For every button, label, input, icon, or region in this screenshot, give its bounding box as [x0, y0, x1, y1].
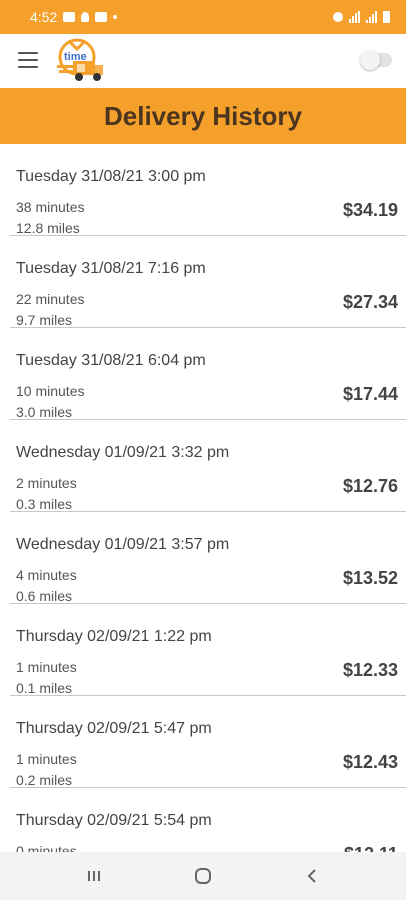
- gallery-notification-icon: [63, 12, 76, 22]
- delivery-amount: $27.34: [342, 292, 398, 312]
- delivery-duration: 38 minutes: [16, 199, 85, 215]
- alarm-icon: [333, 12, 343, 22]
- delivery-amount: $12.76: [342, 476, 398, 496]
- delivery-item[interactable]: Thursday 02/09/21 5:47 pm 1 minutes 0.2 …: [10, 696, 406, 788]
- home-icon[interactable]: [183, 856, 223, 896]
- delivery-amount: $13.52: [342, 568, 398, 588]
- hamburger-menu-icon[interactable]: [18, 52, 38, 68]
- delivery-duration: 10 minutes: [16, 383, 85, 399]
- delivery-distance: 0.1 miles: [16, 680, 73, 696]
- delivery-amount: $17.44: [342, 384, 398, 404]
- delivery-amount: $34.19: [342, 200, 398, 220]
- delivery-item[interactable]: Thursday 02/09/21 5:54 pm 0 minutes $12.…: [10, 788, 406, 852]
- delivery-date: Tuesday 31/08/21 3:00 pm: [16, 168, 206, 185]
- delivery-duration: 1 minutes: [16, 751, 77, 767]
- delivery-duration: 1 minutes: [16, 659, 77, 675]
- back-icon[interactable]: [292, 856, 332, 896]
- logo-text: time: [64, 51, 87, 63]
- delivery-duration: 4 minutes: [16, 567, 77, 583]
- delivery-distance: 0.2 miles: [16, 772, 73, 788]
- delivery-item[interactable]: Wednesday 01/09/21 3:32 pm 2 minutes 0.3…: [10, 420, 406, 512]
- mail-notification-icon: [95, 12, 108, 22]
- status-left: 4:52: [30, 9, 118, 25]
- delivery-item[interactable]: Tuesday 31/08/21 7:16 pm 22 minutes 9.7 …: [10, 236, 406, 328]
- delivery-distance: 12.8 miles: [16, 220, 80, 236]
- delivery-amount: $12.11: [344, 844, 398, 852]
- availability-toggle[interactable]: [360, 50, 392, 70]
- delivery-date: Thursday 02/09/21 5:54 pm: [16, 812, 212, 829]
- wifi-signal-icon: [349, 11, 360, 23]
- more-notifications-icon: [113, 15, 118, 19]
- delivery-date: Thursday 02/09/21 1:22 pm: [16, 628, 212, 645]
- delivery-date: Tuesday 31/08/21 6:04 pm: [16, 352, 206, 369]
- status-right: [333, 11, 390, 23]
- delivery-date: Tuesday 31/08/21 7:16 pm: [16, 260, 206, 277]
- toggle-knob: [360, 50, 380, 70]
- delivery-item[interactable]: Thursday 02/09/21 1:22 pm 1 minutes 0.1 …: [10, 604, 406, 696]
- delivery-duration: 0 minutes: [16, 843, 77, 852]
- delivery-amount: $12.43: [342, 752, 398, 772]
- battery-icon: [383, 11, 390, 23]
- app-bar: time: [0, 34, 406, 88]
- recents-icon[interactable]: [74, 856, 114, 896]
- delivery-duration: 22 minutes: [16, 291, 85, 307]
- notification-icon: [81, 12, 90, 22]
- delivery-date: Wednesday 01/09/21 3:32 pm: [16, 444, 230, 461]
- status-bar: 4:52: [0, 0, 406, 34]
- app-logo: time: [55, 37, 105, 85]
- delivery-amount: $12.33: [342, 660, 398, 680]
- delivery-distance: 0.3 miles: [16, 496, 73, 512]
- page-title: Delivery History: [104, 100, 302, 131]
- delivery-item[interactable]: Tuesday 31/08/21 6:04 pm 10 minutes 3.0 …: [10, 328, 406, 420]
- cell-signal-icon: [366, 11, 377, 23]
- system-nav-bar: [0, 852, 406, 900]
- delivery-distance: 3.0 miles: [16, 404, 73, 420]
- delivery-item[interactable]: Wednesday 01/09/21 3:57 pm 4 minutes 0.6…: [10, 512, 406, 604]
- delivery-list[interactable]: Tuesday 31/08/21 3:00 pm 38 minutes 12.8…: [0, 144, 406, 852]
- delivery-distance: 9.7 miles: [16, 312, 73, 328]
- delivery-date: Thursday 02/09/21 5:47 pm: [16, 720, 212, 737]
- delivery-item[interactable]: Tuesday 31/08/21 3:00 pm 38 minutes 12.8…: [10, 144, 406, 236]
- status-time: 4:52: [30, 9, 58, 25]
- title-band: Delivery History: [0, 88, 406, 144]
- delivery-distance: 0.6 miles: [16, 588, 73, 604]
- delivery-date: Wednesday 01/09/21 3:57 pm: [16, 536, 230, 553]
- delivery-duration: 2 minutes: [16, 475, 77, 491]
